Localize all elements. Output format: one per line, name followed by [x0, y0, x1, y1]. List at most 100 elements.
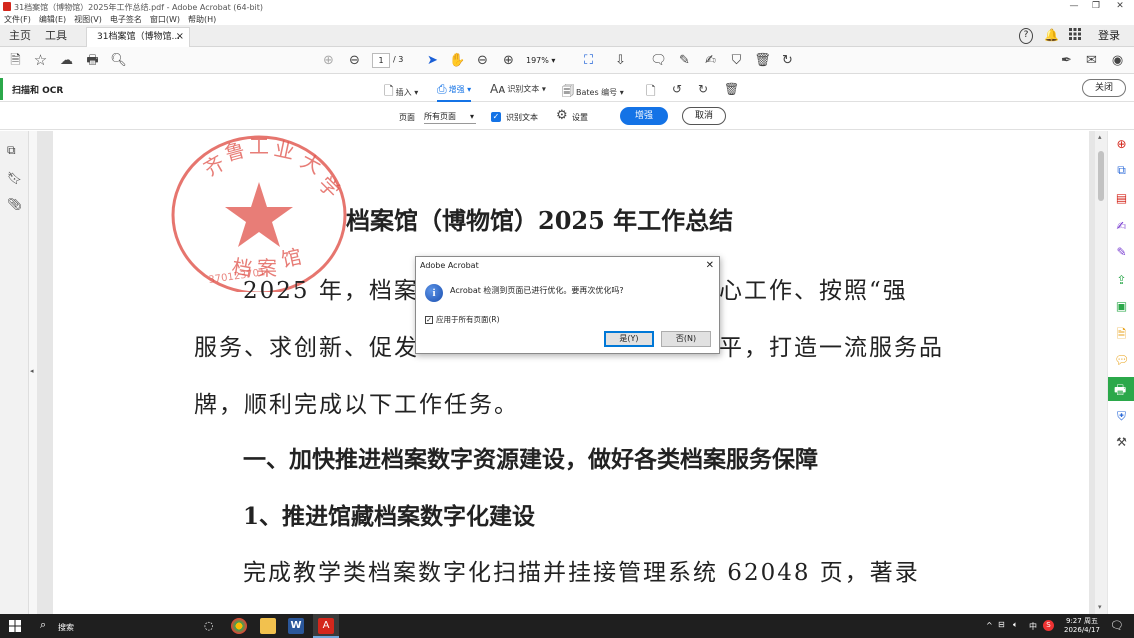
tray-arrow-icon[interactable]: ^ — [986, 621, 993, 630]
fit-page-icon[interactable]: ⛶ — [580, 52, 597, 69]
enhance-button[interactable]: 增强 — [620, 107, 668, 125]
export-pdf-icon[interactable]: ⇪ — [1114, 273, 1129, 288]
zoom-search-icon[interactable]: 🔍︎ — [110, 52, 127, 69]
recognize-text-checkbox[interactable]: ✓ — [491, 112, 501, 122]
fill-sign-icon[interactable]: ✎ — [1114, 245, 1129, 260]
volume-icon[interactable]: 🔈︎ — [1013, 620, 1018, 630]
edit-pdf-icon[interactable]: 🗎 — [1114, 327, 1129, 342]
task-view-icon[interactable]: ◌ — [204, 619, 214, 632]
protect-shield-icon[interactable]: ⛨ — [1114, 409, 1129, 424]
combine-files-icon[interactable]: ⧉ — [1114, 163, 1129, 178]
word-icon[interactable]: W — [288, 618, 304, 634]
enhance-tool[interactable]: ⎙ 增强 ▾ — [437, 82, 472, 102]
tab-document[interactable]: 31档案馆（博物馆... × — [86, 27, 190, 47]
trash-icon[interactable]: 🗑 — [724, 82, 741, 96]
windows-start-icon[interactable] — [9, 620, 21, 632]
recognize-text-tool[interactable]: Aᴀ 识别文本 ▾ — [490, 82, 546, 96]
hand-tool-icon[interactable]: ✋ — [449, 52, 466, 69]
chrome-icon[interactable] — [231, 618, 247, 634]
scan-icon[interactable]: ▣ — [1114, 299, 1129, 314]
stamp-icon[interactable]: ⛉ — [728, 52, 745, 69]
menu-window[interactable]: 窗口(W) — [150, 14, 180, 25]
draw-sign-icon[interactable]: ✍ — [702, 52, 719, 69]
menu-view[interactable]: 视图(V) — [74, 14, 102, 25]
settings-gear-icon[interactable]: ⚙ — [556, 108, 568, 123]
yes-button[interactable]: 是(Y) — [604, 331, 654, 347]
account-icon[interactable]: ◉ — [1109, 52, 1126, 69]
page-number-input[interactable]: 1 — [372, 53, 390, 68]
network-icon[interactable]: ⊟ — [998, 620, 1005, 629]
minimize-button[interactable]: — — [1062, 0, 1086, 13]
scroll-mode-icon[interactable]: ⇩ — [612, 52, 629, 69]
create-pdf-icon[interactable]: ⊕ — [1114, 137, 1129, 152]
attachment-icon[interactable]: 📎︎ — [7, 197, 22, 211]
menu-help[interactable]: 帮助(H) — [188, 14, 216, 25]
close-window-button[interactable]: ✕ — [1108, 0, 1132, 13]
document-viewport[interactable]: 齐 鲁 工 业 大 学 档 案 馆 370123701 档案馆（博物馆）2025… — [37, 131, 1095, 614]
edit-sign-icon[interactable]: ✒ — [1058, 52, 1075, 69]
insert-tool[interactable]: 🗋 插入 ▾ — [384, 82, 418, 103]
upload-cloud-icon[interactable]: ☁ — [58, 52, 75, 69]
tab-home[interactable]: 主页 — [9, 25, 31, 47]
tab-tools[interactable]: 工具 — [45, 25, 67, 47]
taskbar-search-label[interactable]: 搜索 — [58, 622, 74, 633]
dialog-close-icon[interactable]: ✕ — [706, 257, 714, 274]
acrobat-taskbar-button[interactable]: A — [313, 614, 339, 638]
dialog-title: Adobe Acrobat — [420, 261, 479, 270]
file-explorer-icon[interactable] — [260, 618, 276, 634]
maximize-button[interactable]: ❐ — [1084, 0, 1108, 13]
rotate-right-icon[interactable]: ↻ — [698, 82, 710, 96]
bates-tool[interactable]: 🗐 Bates 编号 ▾ — [562, 82, 624, 103]
page-settings-icon[interactable]: 🗋 — [646, 82, 658, 103]
notification-icon[interactable]: 🗨︎ — [1110, 619, 1124, 632]
rotate-icon[interactable]: ↻ — [779, 52, 796, 69]
rotate-left-icon[interactable]: ↺ — [672, 82, 684, 96]
settings-label[interactable]: 设置 — [572, 112, 588, 123]
email-icon[interactable]: ✉ — [1083, 52, 1100, 69]
page-up-icon[interactable]: ⊕ — [320, 52, 337, 69]
tab-close-icon[interactable]: × — [176, 28, 184, 46]
recognize-label: 识别文本 — [507, 84, 540, 94]
sogou-ime-icon[interactable]: S — [1043, 620, 1054, 631]
pages-dropdown[interactable]: 所有页面 ▾ — [424, 110, 476, 124]
apply-all-pages-checkbox[interactable]: ✓ 应用于所有页面(R) — [425, 314, 500, 325]
zoom-level-dropdown[interactable]: 197% ▾ — [526, 53, 568, 68]
menu-edit[interactable]: 编辑(E) — [39, 14, 66, 25]
request-signature-icon[interactable]: ✍ — [1114, 219, 1129, 234]
delete-icon[interactable]: 🗑 — [754, 52, 771, 69]
scan-ocr-active-tool[interactable]: 🖶 — [1108, 377, 1134, 401]
bell-icon[interactable]: 🔔 — [1044, 28, 1059, 44]
clock-date[interactable]: 2026/4/17 — [1064, 626, 1100, 634]
clock-time[interactable]: 9:27 周五 — [1066, 616, 1098, 626]
organize-pages-icon[interactable]: ▤ — [1114, 191, 1129, 206]
svg-text:大: 大 — [297, 148, 326, 179]
select-arrow-icon[interactable]: ➤ — [424, 52, 441, 69]
checkbox-box[interactable]: ✓ — [425, 316, 433, 324]
comment-tool-icon[interactable]: 💬︎ — [1114, 353, 1129, 368]
taskbar-search-icon[interactable]: ⌕ — [40, 618, 46, 632]
login-button[interactable]: 登录 — [1098, 28, 1120, 44]
apps-grid-icon[interactable] — [1069, 28, 1081, 44]
star-icon[interactable]: ☆ — [32, 52, 49, 69]
optimize-dialog: Adobe Acrobat ✕ i Acrobat 检测到页面已进行优化。要再次… — [415, 256, 720, 354]
vertical-scrollbar[interactable]: ▴ ▾ — [1095, 131, 1107, 614]
print-icon[interactable]: 🖶 — [84, 52, 101, 69]
bookmark-icon[interactable]: 🔖︎ — [7, 171, 22, 185]
cancel-button[interactable]: 取消 — [682, 107, 726, 125]
left-panel-collapse[interactable]: ◂ — [29, 131, 37, 614]
save-icon[interactable]: 🗎 — [7, 52, 24, 69]
ime-indicator[interactable]: 中 — [1029, 621, 1037, 632]
help-icon[interactable]: ? — [1019, 28, 1033, 44]
menu-file[interactable]: 文件(F) — [4, 14, 31, 25]
more-tools-icon[interactable]: ⚒ — [1114, 435, 1129, 450]
page-down-icon[interactable]: ⊖ — [346, 52, 363, 69]
scrollbar-thumb[interactable] — [1098, 151, 1104, 201]
no-button[interactable]: 否(N) — [661, 331, 711, 347]
menu-esign[interactable]: 电子签名 — [110, 14, 142, 25]
close-tool-button[interactable]: 关闭 — [1082, 79, 1126, 97]
page-thumbnails-icon[interactable]: ⧉ — [7, 143, 21, 157]
zoom-out-icon[interactable]: ⊖ — [474, 52, 491, 69]
highlight-pen-icon[interactable]: ✎ — [676, 52, 693, 69]
zoom-in-icon[interactable]: ⊕ — [500, 52, 517, 69]
comment-icon[interactable]: 🗨 — [650, 52, 667, 69]
